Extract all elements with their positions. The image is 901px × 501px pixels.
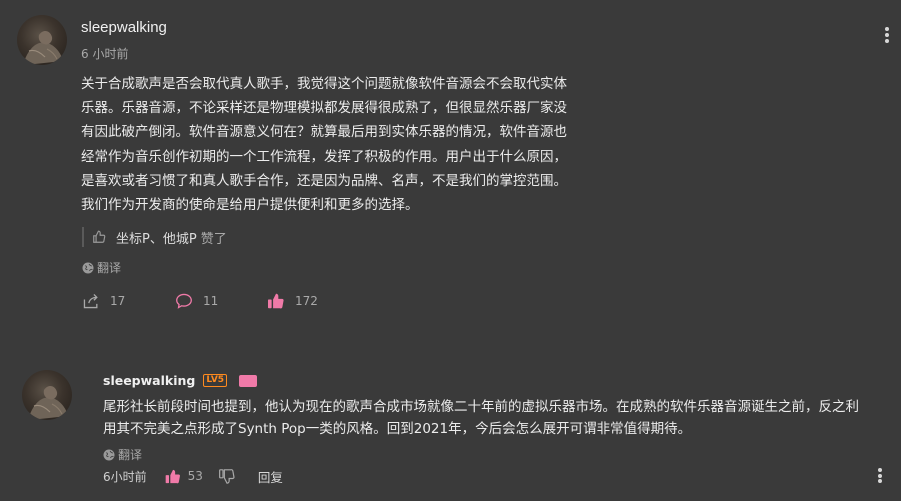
reply-button[interactable]: 回复 [258, 467, 283, 486]
liked-by-suffix: 赞了 [200, 231, 227, 247]
reply-timestamp: 6小时前 [103, 469, 147, 484]
like-button[interactable]: 172 [267, 293, 318, 309]
post-translate-label: 翻译 [97, 261, 122, 275]
like-count: 172 [295, 294, 318, 308]
reply-avatar[interactable] [22, 370, 72, 420]
post-translate[interactable]: 翻译 [82, 259, 121, 276]
post-body-line: 是喜欢或者习惯了和真人歌手合作，还是因为品牌、名声，不是我们的掌控范围。 [81, 172, 567, 189]
member-badge [239, 374, 258, 387]
post-body-line: 关于合成歌声是否会取代真人歌手，我觉得这个问题就像软件音源会不会取代实体 [81, 76, 567, 92]
post-body: 关于合成歌声是否会取代真人歌手，我觉得这个问题就像软件音源会不会取代实体 乐器。… [81, 72, 641, 217]
post-body-line: 乐器。乐器音源，不论采样还是物理模拟都发展得很成熟了，但很显然乐器厂家没 [81, 100, 567, 117]
thumb-up-filled-icon [267, 293, 285, 309]
liked-by-names[interactable]: 坐标P、他城P [116, 228, 197, 247]
liked-by-row: 坐标P、他城P 赞了 [82, 227, 227, 247]
comment-count: 11 [203, 294, 219, 308]
reply-like-count: 53 [187, 469, 203, 483]
share-button[interactable]: 17 [82, 293, 125, 309]
post-timestamp: 6 小时前 [81, 47, 129, 61]
reply-more-icon[interactable] [877, 468, 883, 483]
level-badge: LV5 [203, 374, 228, 387]
reply-username[interactable]: sleepwalking [103, 373, 195, 388]
post-avatar[interactable] [17, 15, 67, 65]
globe-icon [82, 262, 94, 274]
reply-actions: 6小时前 53 回复 [103, 467, 283, 485]
post-body-line: 有因此破产倒闭。软件音源意义何在？就算最后用到实体乐器的情况，软件音源也 [81, 124, 567, 141]
reply-header: sleepwalking LV5 [103, 373, 258, 388]
globe-icon [103, 449, 115, 461]
reply-like-button[interactable]: 53 [165, 469, 203, 484]
comment-icon [175, 293, 193, 309]
comment-button[interactable]: 11 [175, 293, 218, 309]
post-username[interactable]: sleepwalking [81, 19, 167, 36]
reply-translate[interactable]: 翻译 [103, 446, 142, 463]
reply-body: 尾形社长前段时间也提到，他认为现在的歌声合成市场就像二十年前的虚拟乐器市场。在成… [103, 396, 893, 440]
post-body-line: 我们作为开发商的使命是给用户提供便利和更多的选择。 [81, 197, 419, 214]
reply-body-line: 用其不完美之点形成了Synth Pop一类的风格。回到2021年，今后会怎么展开… [103, 421, 692, 437]
thumb-up-outline-icon [92, 230, 106, 244]
reply-body-line: 尾形社长前段时间也提到，他认为现在的歌声合成市场就像二十年前的虚拟乐器市场。在成… [103, 399, 859, 415]
thumb-up-filled-icon [165, 469, 181, 484]
reply-dislike-button[interactable] [218, 468, 235, 484]
post-more-icon[interactable] [884, 27, 890, 43]
post-body-line: 经常作为音乐创作初期的一个工作流程，发挥了积极的作用。用户出于什么原因， [81, 148, 567, 165]
share-count: 17 [110, 294, 126, 308]
share-icon [82, 293, 100, 309]
reply-translate-label: 翻译 [118, 448, 143, 462]
thumb-down-icon [218, 468, 235, 484]
